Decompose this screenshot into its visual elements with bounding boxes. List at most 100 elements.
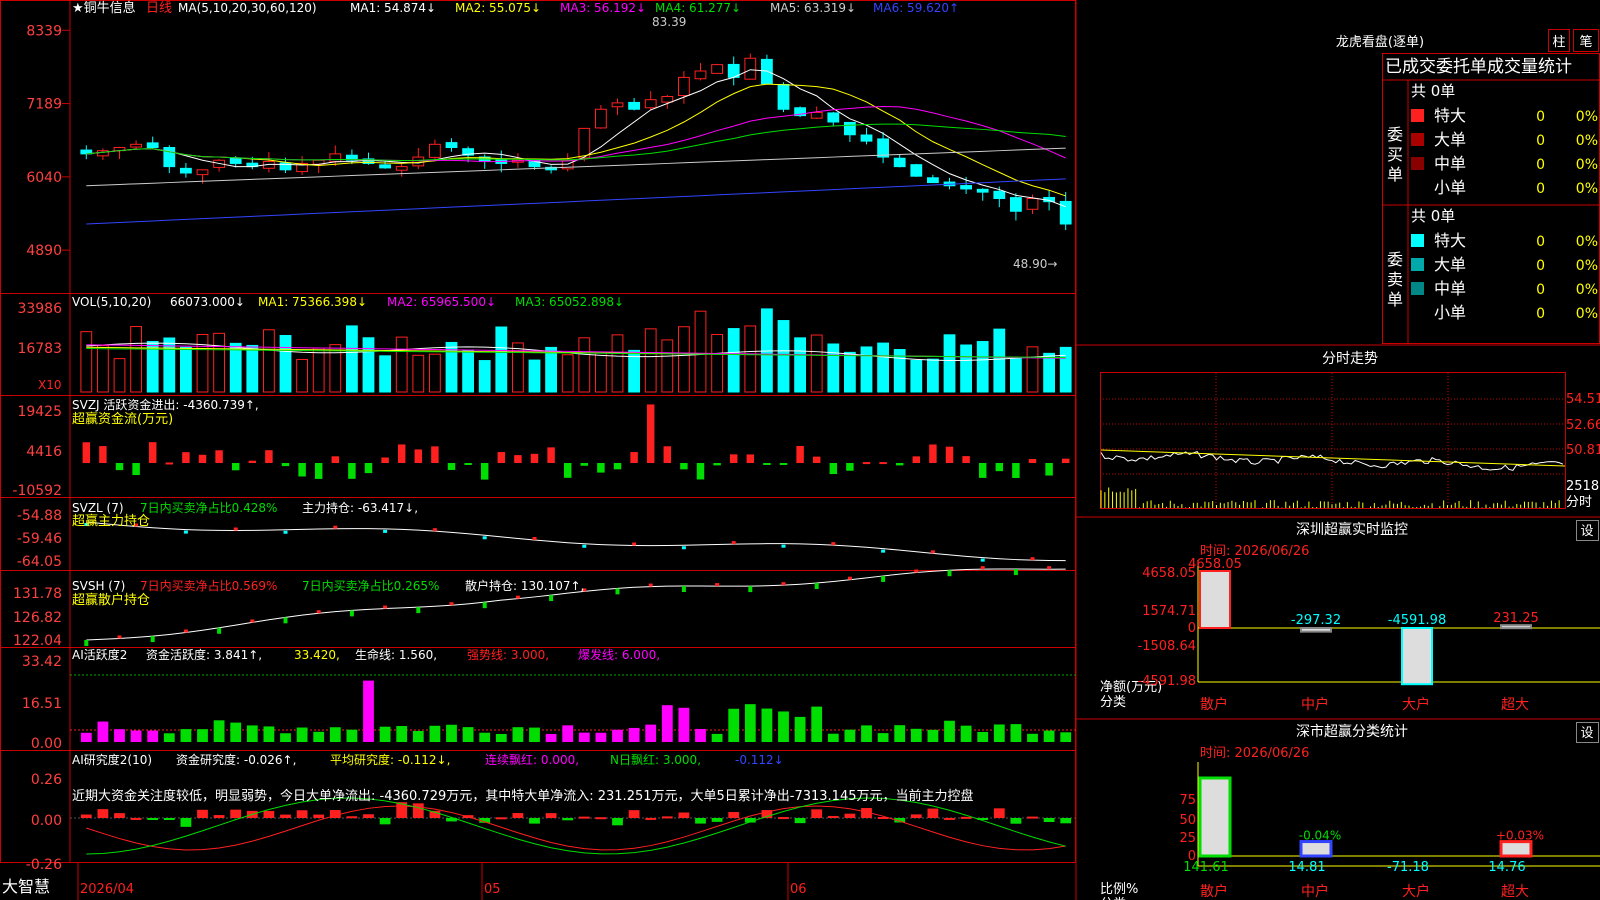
research-bar <box>944 817 955 820</box>
volume-bar <box>229 342 242 393</box>
activity-bar <box>578 732 590 742</box>
activity-bar <box>495 733 507 742</box>
ma-value-2: MA2: 55.075↓ <box>455 1 541 15</box>
legend-swatch <box>1411 282 1424 295</box>
research-bar <box>993 808 1005 818</box>
flow-bar <box>779 463 788 465</box>
classify-bar <box>1198 776 1232 858</box>
svzl-mark <box>333 525 338 529</box>
side-char: 委 <box>1387 250 1403 269</box>
svsh-mark <box>1013 569 1018 576</box>
volume-bar <box>1043 352 1055 393</box>
activity-bar <box>695 728 706 742</box>
svsh-mark <box>1047 566 1052 570</box>
classify-bar-label: 14.76 <box>1488 860 1525 875</box>
volume-bar <box>478 360 491 393</box>
candle <box>130 143 142 148</box>
candle <box>827 112 840 123</box>
svzj-header: SVZJ 活跃资金进出: -4360.739↑, <box>72 397 259 412</box>
svsh-mark <box>914 569 919 573</box>
research-bar <box>811 809 823 818</box>
row-name: 特大 <box>1434 231 1466 250</box>
activity-bar <box>728 708 740 742</box>
monitor-category: 大户 <box>1402 696 1430 713</box>
volume-bar <box>80 331 93 393</box>
activity-bar <box>1010 724 1022 742</box>
candle <box>993 190 1006 199</box>
volume-bar <box>578 337 591 393</box>
activity-bar <box>329 727 341 742</box>
svsh-mark <box>117 635 122 639</box>
monitor-ytick: 1574.71 <box>1142 604 1196 619</box>
stock-title: ★铜牛信息 <box>72 0 136 16</box>
row-value: 0 <box>1536 157 1545 173</box>
candle <box>860 134 873 142</box>
research-bar <box>379 818 391 825</box>
vol-value: 66073.000↓ <box>170 295 245 309</box>
row-percent: 0% <box>1576 181 1598 197</box>
ma-header: MA(5,10,20,30,60,120) <box>178 1 317 15</box>
ma1-line <box>86 69 1066 208</box>
research-bar <box>313 814 325 818</box>
svzl-mark <box>681 546 686 550</box>
flow-bar <box>962 456 970 463</box>
activity-bar <box>545 733 557 742</box>
candle <box>711 64 723 74</box>
candle <box>595 108 607 129</box>
ai-ytick: 0.00 <box>31 736 62 752</box>
svzj-ytick: 4416 <box>26 444 62 460</box>
svsh-h1: 7日内买卖净占比0.569% <box>140 578 277 593</box>
intraday-vol-unit: 分时 <box>1566 495 1592 510</box>
volume-bar <box>711 334 723 393</box>
activity-bar <box>861 725 872 742</box>
flow-bar <box>514 455 522 463</box>
candle <box>611 102 624 108</box>
panel-frame-6 <box>0 750 1076 863</box>
candle <box>412 156 425 167</box>
svsh-mark <box>383 605 388 609</box>
volume-bar <box>412 354 425 393</box>
volume-panel: 33986 16783 X10 VOL(5,10,20) 66073.000↓ MA1: … <box>17 295 1072 393</box>
row-value: 0 <box>1536 181 1545 197</box>
dragon-tiger-panel: 龙虎看盘(逐单)柱笔已成交委托单成交量统计委买单委卖单共 0单委买单特大00%大… <box>1336 29 1600 344</box>
svsh-mark <box>615 588 620 595</box>
svsh-ytick: 126.82 <box>13 610 62 626</box>
flow-bar <box>397 444 406 463</box>
intraday-title: 分时走势 <box>1322 351 1378 367</box>
svzl-mark <box>233 527 238 531</box>
svzl-ytick: -59.46 <box>17 531 62 547</box>
flow-bar <box>763 463 771 465</box>
research-bar <box>1043 818 1055 823</box>
research-bar <box>346 816 358 819</box>
air-h1: 资金研究度: -0.026↑, <box>176 752 296 767</box>
intraday-ytick: 54.51 <box>1566 392 1600 407</box>
monitor-bar-label: -297.32 <box>1291 613 1341 628</box>
low-label: 48.90→ <box>1013 257 1057 271</box>
research-bar <box>495 817 507 820</box>
svsh-mark <box>150 636 155 643</box>
row-percent: 0% <box>1576 109 1598 125</box>
activity-bar <box>379 726 391 742</box>
classify-panel: 深市超赢分类统计设时间: 2026/06/26比例%分类7550250141.6… <box>1076 718 1600 900</box>
candle <box>196 169 209 176</box>
svzj-ytick: 19425 <box>17 404 62 420</box>
svzl-mark <box>482 536 487 540</box>
volume-bar <box>794 337 806 393</box>
svzl-h1: 7日内买卖净占比0.428% <box>140 500 277 515</box>
candle <box>379 164 391 169</box>
activity-bar <box>313 731 325 742</box>
activity-bar <box>462 727 474 742</box>
svzl-mark <box>781 544 786 548</box>
row-percent: 0% <box>1576 282 1598 298</box>
svsh-header: SVSH (7) <box>72 579 125 593</box>
row-value: 0 <box>1536 306 1545 322</box>
volume-bar <box>296 358 308 393</box>
activity-bar <box>180 729 192 742</box>
vol-unit: X10 <box>38 378 62 392</box>
flow-bar <box>945 446 954 463</box>
dragon-title: 龙虎看盘(逐单) <box>1336 34 1424 50</box>
flow-bar <box>680 463 688 470</box>
svzl-panel: -54.88 -59.46 -64.05 SVZL (7) 7日内买卖净占比0.428%… <box>17 500 1066 570</box>
svzl-mark <box>532 537 537 541</box>
svsh-mark <box>84 640 89 646</box>
